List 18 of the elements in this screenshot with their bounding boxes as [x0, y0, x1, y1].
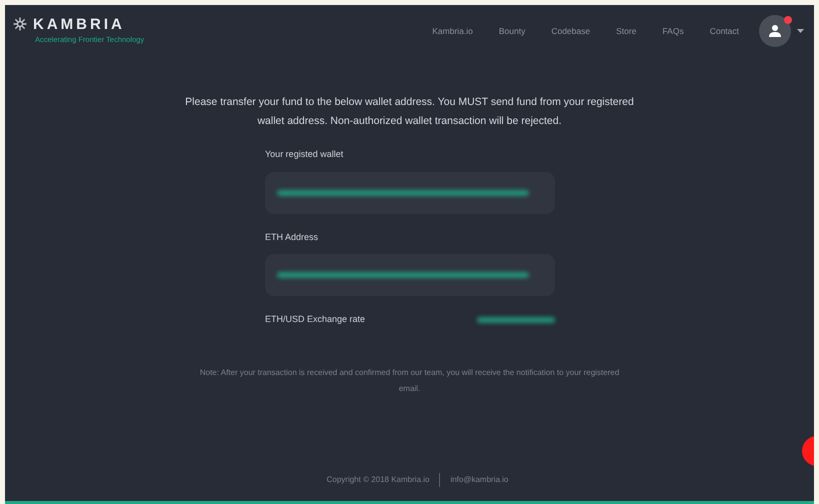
- note-text: Note: After your transaction is received and confirmed from our team, you will receive the notification to your registered email.: [198, 366, 620, 394]
- nav-link[interactable]: Kambria.io: [432, 24, 473, 38]
- logo-icon: [13, 17, 27, 32]
- nav-link[interactable]: Store: [616, 24, 636, 38]
- field-label: ETH/USD Exchange rate: [265, 313, 366, 326]
- email-link[interactable]: info@kambria.io: [450, 474, 508, 486]
- field-label: ETH Address: [265, 230, 320, 244]
- field-label: Your registed wallet: [265, 148, 344, 161]
- nav-link[interactable]: Bounty: [498, 24, 526, 38]
- nav-link[interactable]: FAQs: [662, 24, 684, 38]
- user-avatar[interactable]: [759, 15, 791, 47]
- caret-icon[interactable]: [797, 28, 804, 34]
- brand-name: KAMBRIA: [33, 16, 125, 32]
- nav-link[interactable]: Codebase: [551, 24, 590, 38]
- user-icon: [768, 24, 782, 38]
- instruction-text: Please transfer your fund to the below wallet address. You MUST send fund from your registered wallet address. Non-authorized wallet transaction will be rejected.: [184, 95, 634, 129]
- copyright-text: Copyright © 2018 Kambria.io: [326, 474, 430, 486]
- nav-link[interactable]: Contact: [710, 24, 739, 38]
